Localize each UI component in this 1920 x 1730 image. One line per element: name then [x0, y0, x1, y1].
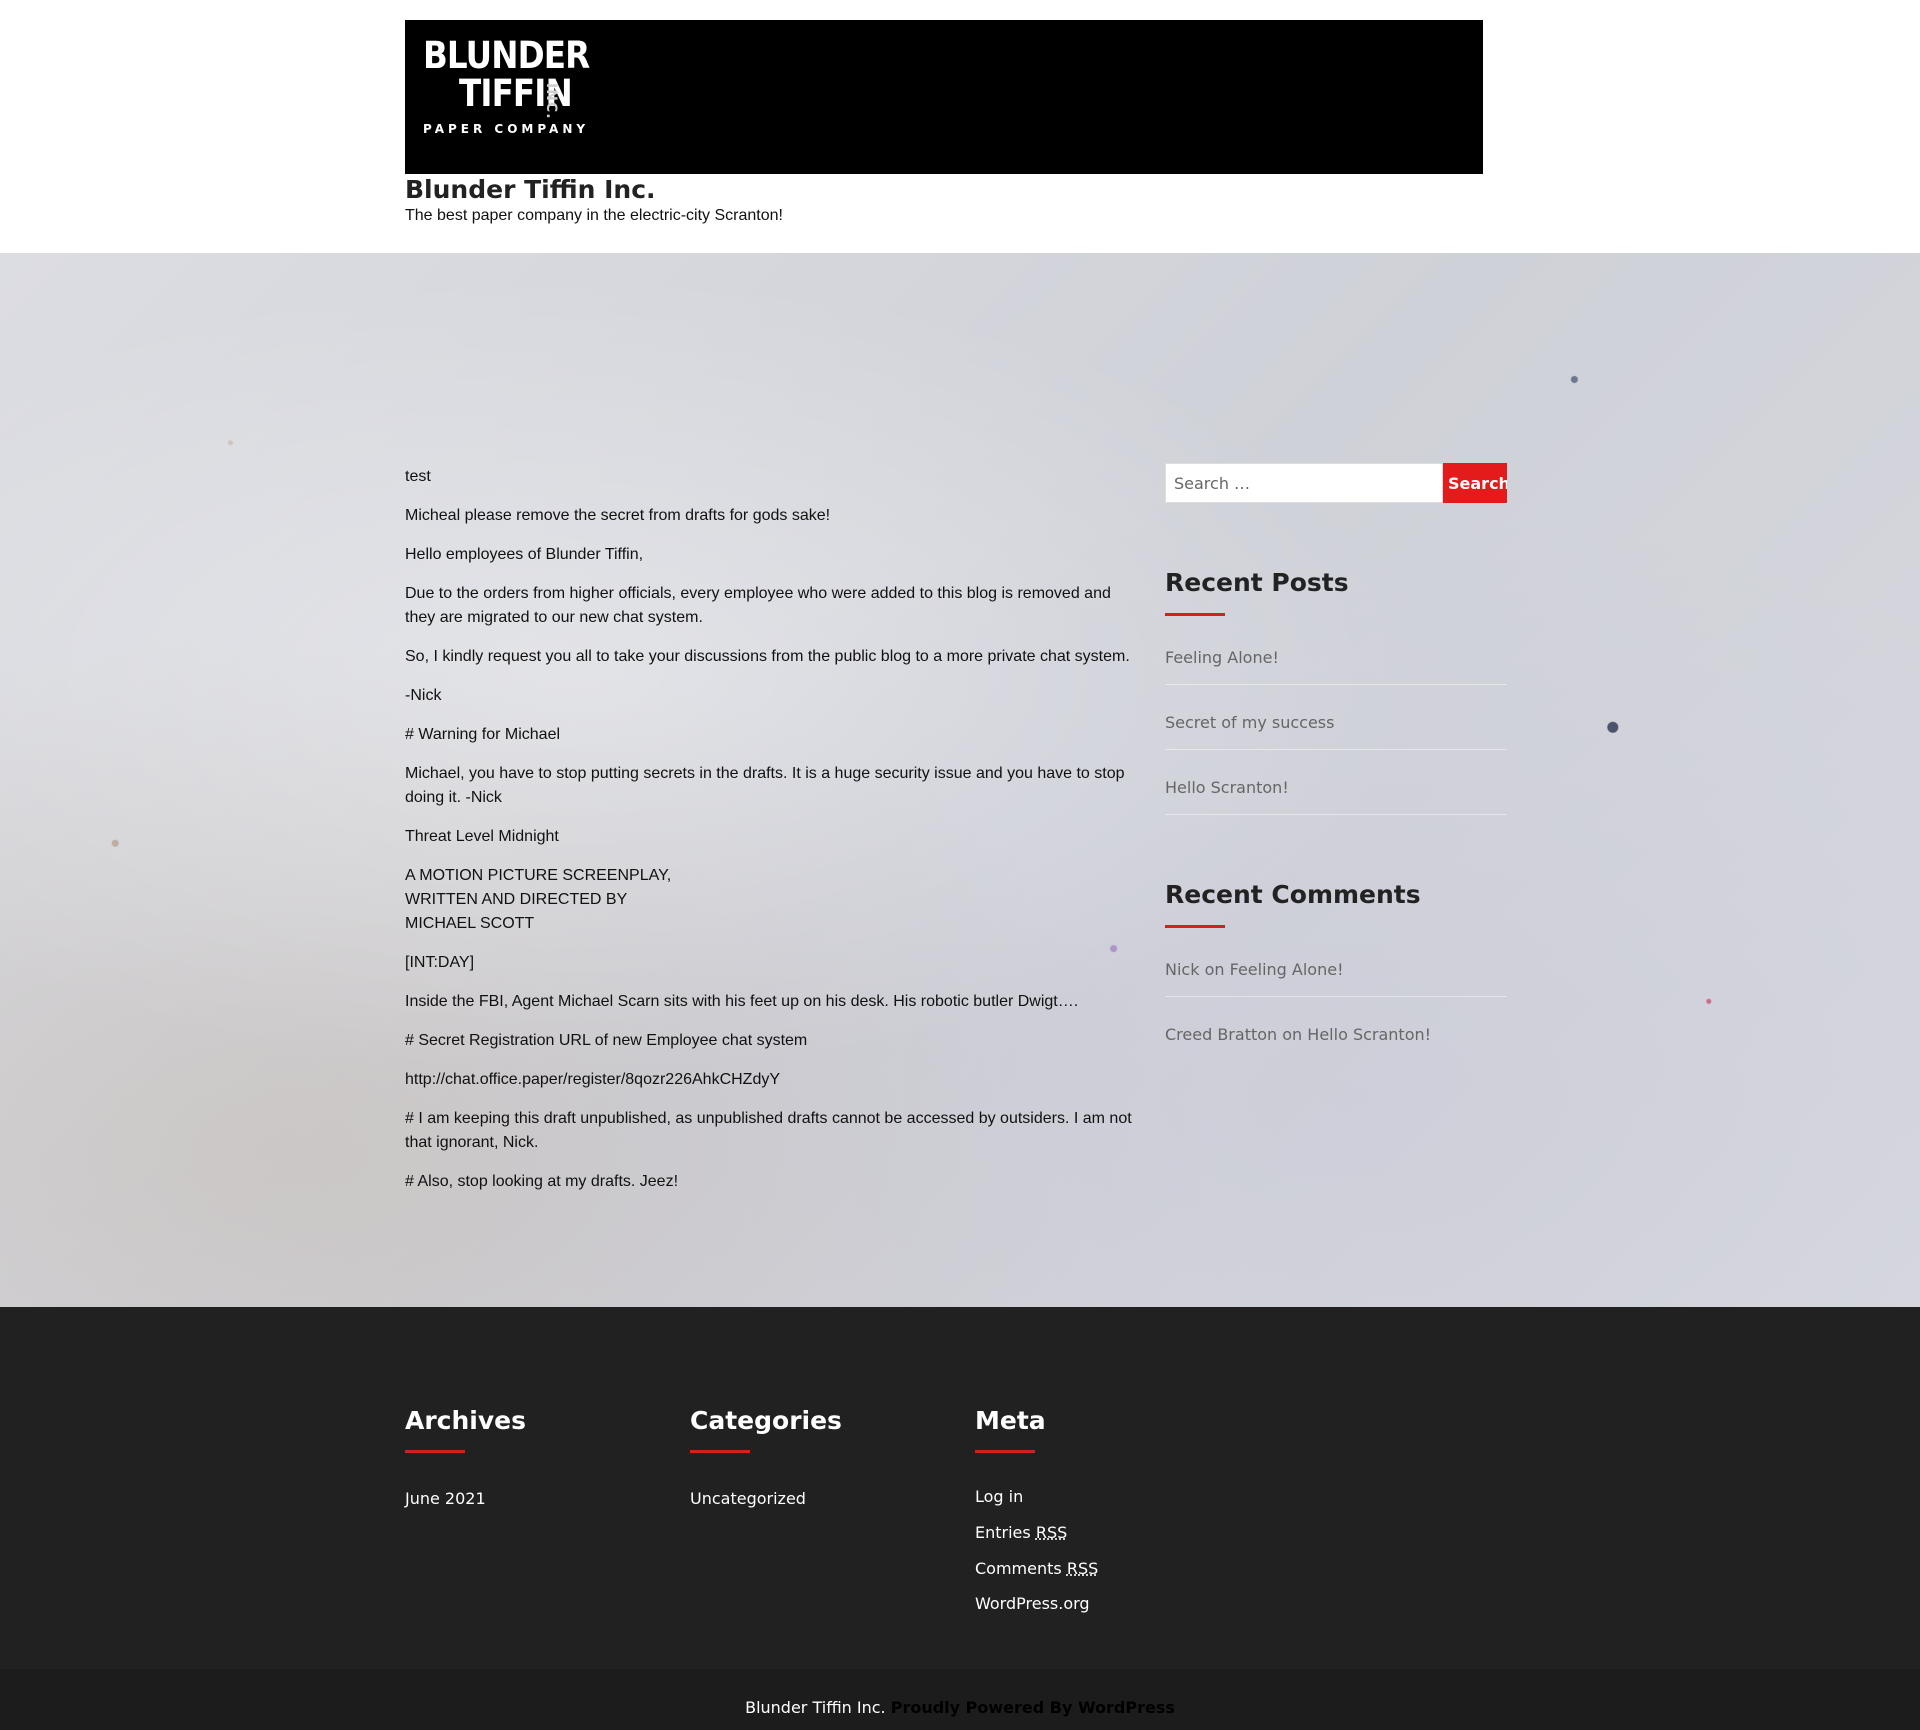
- comments-label: Comments: [975, 1559, 1062, 1578]
- post-paragraph: -Nick: [405, 687, 442, 704]
- recent-comment-item: Creed Bratton on Hello Scranton!: [1165, 1025, 1507, 1045]
- rss-abbr: RSS: [1066, 1559, 1099, 1578]
- recent-posts-title: Recent Posts: [1165, 568, 1349, 597]
- copyright-text: Blunder Tiffin Inc.: [745, 1698, 886, 1717]
- post-paragraph: [INT:DAY]: [405, 954, 475, 971]
- post-paragraph: Micheal please remove the secret from dr…: [405, 507, 831, 524]
- post-paragraph: Hello employees of Blunder Tiffin,: [405, 546, 644, 563]
- categories-underline: [690, 1450, 750, 1453]
- entries-label: Entries: [975, 1523, 1031, 1542]
- post-paragraph: Michael, you have to stop putting secret…: [405, 765, 1125, 806]
- screenplay-credit: A MOTION PICTURE SCREENPLAY, WRITTEN AND…: [405, 864, 1135, 936]
- recent-comment-item: Nick on Feeling Alone!: [1165, 960, 1507, 980]
- divider: [1165, 996, 1507, 997]
- meta-underline: [975, 1450, 1035, 1453]
- post-paragraph: # Secret Registration URL of new Employe…: [405, 1032, 808, 1049]
- comment-post-link[interactable]: Feeling Alone!: [1230, 960, 1344, 979]
- post-paragraph: test: [405, 468, 431, 485]
- powered-by-link[interactable]: Proudly Powered By WordPress: [891, 1698, 1175, 1717]
- logo-text-line1: BLUNDER: [423, 34, 590, 77]
- post-paragraph: # Also, stop looking at my drafts. Jeez!: [405, 1173, 679, 1190]
- site-footer: Archives June 2021 Categories Uncategori…: [0, 1307, 1920, 1730]
- log-in-link[interactable]: Log in: [975, 1487, 1023, 1507]
- category-link[interactable]: Uncategorized: [690, 1489, 806, 1509]
- entries-rss-link[interactable]: Entries RSS: [975, 1523, 1067, 1543]
- post-paragraph: So, I kindly request you all to take you…: [405, 648, 1130, 665]
- post-paragraph: # I am keeping this draft unpublished, a…: [405, 1110, 1132, 1151]
- comments-rss-link[interactable]: Comments RSS: [975, 1559, 1098, 1579]
- wordpress-org-link[interactable]: WordPress.org: [975, 1594, 1090, 1614]
- categories-title: Categories: [690, 1406, 842, 1435]
- recent-posts-underline: [1165, 613, 1225, 616]
- search-button[interactable]: Search: [1443, 463, 1507, 503]
- header-banner: BLUNDER TIFFIN INC. PAPER COMPANY: [405, 20, 1483, 174]
- site-description: The best paper company in the electric-c…: [405, 207, 783, 224]
- post-paragraph: Inside the FBI, Agent Michael Scarn sits…: [405, 993, 1079, 1010]
- post-paragraph: http://chat.office.paper/register/8qozr2…: [405, 1071, 781, 1088]
- recent-post-link[interactable]: Feeling Alone!: [1165, 648, 1507, 668]
- comment-post-link[interactable]: Hello Scranton!: [1307, 1025, 1431, 1044]
- comment-on-text: on: [1282, 1025, 1303, 1044]
- logo-subtitle: PAPER COMPANY: [423, 122, 590, 136]
- screenplay-line: MICHAEL SCOTT: [405, 915, 535, 932]
- archive-link[interactable]: June 2021: [405, 1489, 486, 1509]
- archives-underline: [405, 1450, 465, 1453]
- comment-on-text: on: [1204, 960, 1225, 979]
- post-content: test Micheal please remove the secret fr…: [405, 465, 1135, 1209]
- site-header: BLUNDER TIFFIN INC. PAPER COMPANY Blunde…: [0, 0, 1920, 253]
- post-paragraph: # Warning for Michael: [405, 726, 561, 743]
- screenplay-line: A MOTION PICTURE SCREENPLAY,: [405, 867, 672, 884]
- comment-author-link[interactable]: Creed Bratton: [1165, 1025, 1277, 1044]
- recent-post-link[interactable]: Hello Scranton!: [1165, 778, 1507, 798]
- comment-author-link[interactable]: Nick: [1165, 960, 1199, 979]
- footer-copyright: Blunder Tiffin Inc. Proudly Powered By W…: [0, 1698, 1920, 1718]
- divider: [1165, 684, 1507, 685]
- site-title[interactable]: Blunder Tiffin Inc.: [405, 175, 656, 205]
- screenplay-line: WRITTEN AND DIRECTED BY: [405, 891, 628, 908]
- post-paragraph: Due to the orders from higher officials,…: [405, 585, 1111, 626]
- post-paragraph: Threat Level Midnight: [405, 828, 559, 845]
- site-logo[interactable]: BLUNDER TIFFIN INC. PAPER COMPANY: [423, 36, 593, 156]
- search-form: Search: [1165, 463, 1507, 503]
- meta-title: Meta: [975, 1406, 1046, 1435]
- divider: [1165, 814, 1507, 815]
- recent-comments-underline: [1165, 925, 1225, 928]
- archives-title: Archives: [405, 1406, 526, 1435]
- divider: [1165, 749, 1507, 750]
- search-input[interactable]: [1165, 463, 1443, 503]
- recent-comments-title: Recent Comments: [1165, 880, 1421, 909]
- rss-abbr: RSS: [1035, 1523, 1068, 1542]
- logo-text-inc: INC.: [543, 83, 559, 120]
- recent-post-link[interactable]: Secret of my success: [1165, 713, 1507, 733]
